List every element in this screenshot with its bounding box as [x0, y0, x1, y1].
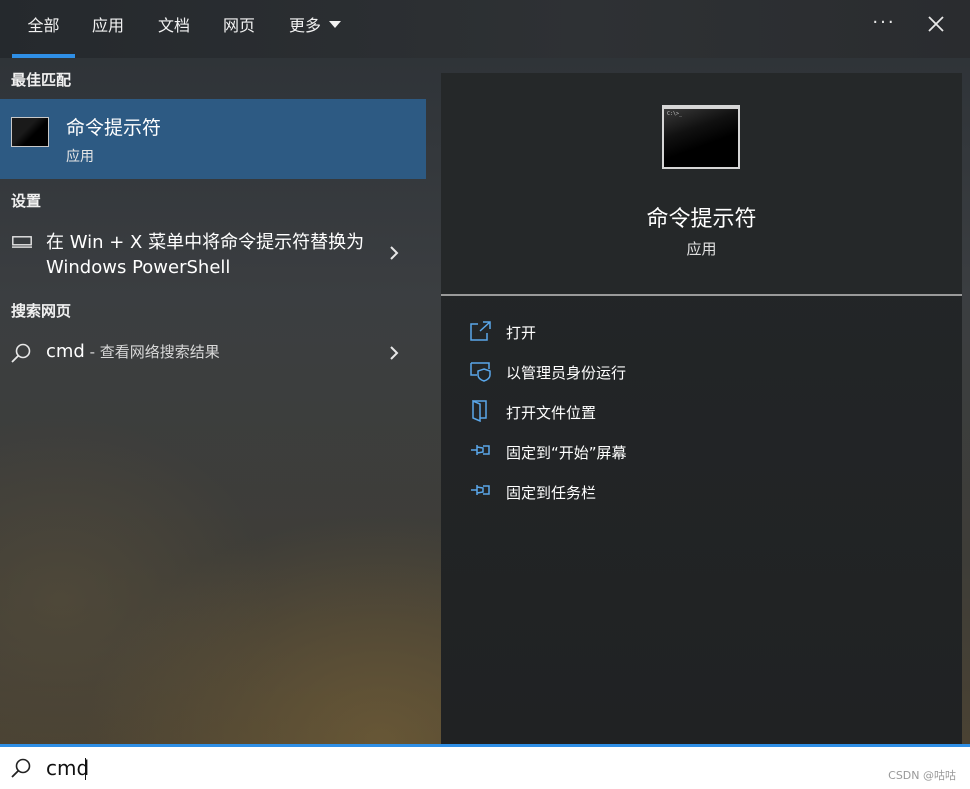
preview-pane: C:\>_ 命令提示符 应用 打开 以管理员身份运行 打开文件位置 固定到“开始… — [441, 73, 962, 744]
results-list: 最佳匹配 命令提示符 应用 设置 在 Win + X 菜单中将命令提示符替换为 … — [0, 58, 426, 744]
command-prompt-icon: C:\>_ — [662, 105, 740, 169]
scope-tab-bar: 全部 应用 文档 网页 更多 ··· — [0, 0, 970, 58]
action-open[interactable]: 打开 — [469, 318, 929, 346]
setting-item-label: 在 Win + X 菜单中将命令提示符替换为 Windows PowerShel… — [46, 232, 365, 278]
open-icon — [470, 321, 491, 341]
best-match-item[interactable]: 命令提示符 应用 — [0, 99, 426, 179]
divider — [441, 294, 962, 296]
close-icon[interactable] — [920, 8, 952, 40]
chevron-right-icon — [390, 246, 399, 260]
more-icon[interactable]: ··· — [866, 12, 902, 38]
action-open-file-location[interactable]: 打开文件位置 — [469, 398, 929, 426]
pin-icon — [471, 485, 490, 495]
action-run-as-admin[interactable]: 以管理员身份运行 — [469, 358, 929, 386]
best-match-type: 应用 — [66, 149, 94, 165]
pin-icon — [471, 445, 490, 455]
watermark: CSDN @咕咕 — [888, 769, 956, 782]
web-search-text: cmd - 查看网络搜索结果 — [46, 341, 220, 362]
search-bar: CSDN @咕咕 — [0, 744, 970, 789]
action-pin-to-taskbar[interactable]: 固定到任务栏 — [469, 478, 929, 506]
web-search-hint: - 查看网络搜索结果 — [84, 343, 220, 361]
shield-icon — [470, 362, 491, 382]
best-match-name: 命令提示符 — [66, 117, 162, 139]
tab-more[interactable]: 更多 — [280, 0, 350, 58]
preview-app-name: 命令提示符 — [646, 207, 757, 232]
action-open-label: 打开 — [506, 324, 537, 342]
setting-item-powershell[interactable]: 在 Win + X 菜单中将命令提示符替换为 Windows PowerShel… — [0, 223, 426, 283]
preview-app-type: 应用 — [686, 240, 717, 258]
search-icon — [11, 343, 31, 363]
action-pin-to-taskbar-label: 固定到任务栏 — [506, 484, 597, 502]
search-icon — [11, 758, 31, 778]
action-open-file-location-label: 打开文件位置 — [506, 404, 597, 422]
best-match-heading: 最佳匹配 — [11, 71, 72, 89]
action-pin-to-start-label: 固定到“开始”屏幕 — [506, 444, 627, 462]
tab-documents[interactable]: 文档 — [149, 0, 199, 58]
tab-web[interactable]: 网页 — [214, 0, 264, 58]
preview-header: C:\>_ 命令提示符 应用 — [441, 73, 962, 295]
action-run-as-admin-label: 以管理员身份运行 — [506, 364, 627, 382]
web-search-query: cmd — [46, 341, 85, 362]
search-input[interactable] — [46, 754, 746, 782]
web-search-item[interactable]: cmd - 查看网络搜索结果 — [0, 336, 426, 370]
tab-all[interactable]: 全部 — [12, 0, 75, 58]
web-search-heading: 搜索网页 — [11, 302, 72, 320]
text-cursor — [85, 758, 86, 780]
action-pin-to-start[interactable]: 固定到“开始”屏幕 — [469, 438, 929, 466]
settings-heading: 设置 — [11, 192, 42, 210]
tab-apps[interactable]: 应用 — [83, 0, 133, 58]
chevron-right-icon — [390, 346, 399, 360]
chevron-down-icon — [329, 21, 341, 28]
tab-more-label: 更多 — [288, 16, 321, 35]
command-prompt-icon — [11, 117, 49, 147]
monitor-icon — [12, 236, 32, 248]
folder-icon — [472, 400, 487, 422]
